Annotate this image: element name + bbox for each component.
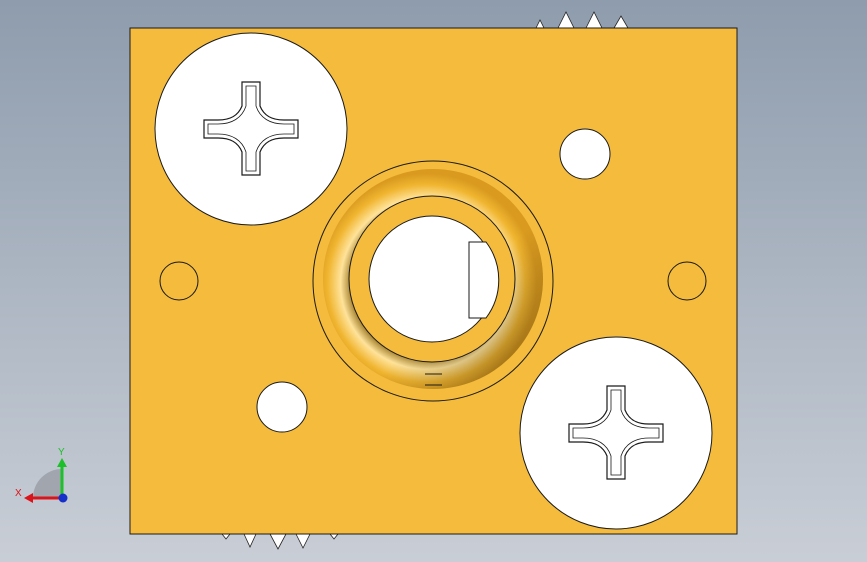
screw-head-bottom-right[interactable] [519,336,713,530]
triad-plane-icon [33,469,62,498]
hole-large-top-right[interactable] [559,128,611,180]
screw-head-top-left[interactable] [154,32,348,226]
hole-large-bottom-left[interactable] [256,381,308,433]
triad-x-arrow-icon [24,493,33,503]
triad-y-arrow-icon [57,458,67,467]
gear-bottom-icon [221,533,339,550]
triad-z-axis-icon [58,493,68,503]
triad-y-label: Y [58,447,65,458]
cad-scene[interactable]: Y X [0,0,867,562]
central-boss[interactable] [312,160,554,402]
triad-x-label: X [15,488,22,499]
coordinate-triad-icon: Y X [15,447,68,503]
cad-viewport[interactable]: Y X [0,0,867,562]
gear-top-icon [535,11,629,29]
